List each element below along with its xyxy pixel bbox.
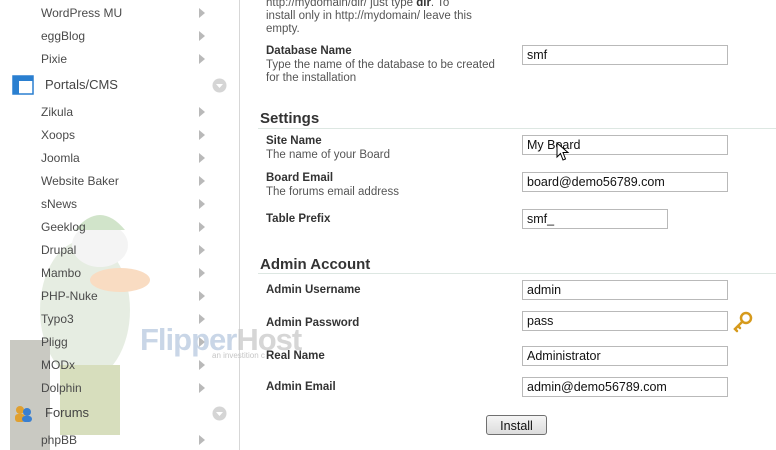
database-name-input[interactable]: [522, 45, 728, 65]
sidebar-item-zikula[interactable]: Zikula: [0, 101, 239, 124]
board-email-input[interactable]: [522, 172, 728, 192]
sidebar-item-label: PHP-Nuke: [41, 289, 98, 303]
sidebar-item-label: sNews: [41, 197, 78, 211]
sidebar-item-wordpress-mu[interactable]: WordPress MU: [0, 2, 239, 25]
sidebar-item-label: WordPress MU: [41, 6, 123, 20]
sidebar-item-eggblog[interactable]: eggBlog: [0, 25, 239, 48]
sidebar-item-label: phpBB: [41, 433, 78, 447]
arrow-right-icon: [197, 53, 207, 65]
sidebar-item-label: Pligg: [41, 335, 68, 349]
sidebar-item-label: Pixie: [41, 52, 68, 66]
mouse-cursor-icon: [556, 141, 570, 162]
arrow-right-icon: [197, 434, 207, 446]
sidebar-item-joomla[interactable]: Joomla: [0, 147, 239, 170]
portals-cms-icon: [12, 75, 34, 95]
install-button[interactable]: Install: [486, 415, 547, 435]
admin-account-divider: [258, 273, 776, 274]
arrow-right-icon: [197, 7, 207, 19]
sidebar-item-xoops[interactable]: Xoops: [0, 124, 239, 147]
sidebar-item-label: MODx: [41, 358, 75, 372]
arrow-right-icon: [197, 359, 207, 371]
sidebar-category-forums[interactable]: Forums: [0, 400, 239, 426]
arrow-right-icon: [197, 129, 207, 141]
board-email-label: Board Email: [266, 172, 334, 184]
arrow-right-icon: [197, 175, 207, 187]
database-name-desc: Type the name of the database to be crea…: [266, 59, 495, 84]
path-note-line3: empty.: [266, 23, 300, 35]
arrow-right-icon: [197, 290, 207, 302]
arrow-right-icon: [197, 152, 207, 164]
database-name-label: Database Name: [266, 45, 352, 57]
site-name-desc: The name of your Board: [266, 149, 391, 161]
settings-heading: Settings: [260, 110, 320, 127]
real-name-label: Real Name: [266, 350, 325, 362]
key-icon[interactable]: [732, 311, 754, 335]
arrow-right-icon: [197, 221, 207, 233]
sidebar-category-portals-cms[interactable]: Portals/CMS: [0, 72, 239, 98]
category-label: Forums: [45, 405, 90, 420]
sidebar-item-label: Typo3: [41, 312, 74, 326]
sidebar-item-label: Xoops: [41, 128, 76, 142]
arrow-right-icon: [197, 267, 207, 279]
arrow-right-icon: [197, 30, 207, 42]
settings-divider: [258, 128, 776, 129]
table-prefix-input[interactable]: [522, 209, 668, 229]
admin-email-input[interactable]: [522, 377, 728, 397]
category-label: Portals/CMS: [45, 77, 118, 92]
arrow-right-icon: [197, 106, 207, 118]
admin-username-input[interactable]: [522, 280, 728, 300]
arrow-right-icon: [197, 244, 207, 256]
install-form: http://mydomain/dir/ just type dir. To i…: [240, 0, 776, 450]
site-name-input[interactable]: [522, 135, 728, 155]
path-note-line2: install only in http://mydomain/ leave t…: [266, 10, 472, 22]
admin-email-label: Admin Email: [266, 381, 336, 393]
path-note-end: . To: [430, 0, 450, 9]
sidebar: WordPress MU eggBlog Pixie Portals/CMS Z…: [0, 0, 240, 450]
sidebar-item-label: Geeklog: [41, 220, 86, 234]
path-note-line1: http://mydomain/dir/ just type: [266, 0, 414, 9]
sidebar-item-dolphin[interactable]: Dolphin: [0, 377, 239, 400]
site-name-label: Site Name: [266, 135, 322, 147]
arrow-right-icon: [197, 198, 207, 210]
sidebar-item-pixie[interactable]: Pixie: [0, 48, 239, 71]
sidebar-item-phpbb[interactable]: phpBB: [0, 429, 239, 450]
sidebar-item-label: Joomla: [41, 151, 80, 165]
admin-password-label: Admin Password: [266, 317, 360, 329]
sidebar-item-label: Dolphin: [41, 381, 82, 395]
sidebar-item-website-baker[interactable]: Website Baker: [0, 170, 239, 193]
real-name-input[interactable]: [522, 346, 728, 366]
sidebar-item-label: Zikula: [41, 105, 74, 119]
table-prefix-label: Table Prefix: [266, 213, 331, 225]
path-note: http://mydomain/dir/ just type dir. To i…: [266, 0, 516, 36]
forums-icon: [12, 403, 34, 423]
sidebar-item-drupal[interactable]: Drupal: [0, 239, 239, 262]
board-email-desc: The forums email address: [266, 186, 399, 198]
chevron-down-icon[interactable]: [212, 78, 227, 93]
sidebar-item-label: Mambo: [41, 266, 82, 280]
sidebar-item-mambo[interactable]: Mambo: [0, 262, 239, 285]
sidebar-item-geeklog[interactable]: Geeklog: [0, 216, 239, 239]
admin-password-input[interactable]: [522, 311, 728, 331]
arrow-right-icon: [197, 382, 207, 394]
sidebar-item-php-nuke[interactable]: PHP-Nuke: [0, 285, 239, 308]
sidebar-item-snews[interactable]: sNews: [0, 193, 239, 216]
admin-account-heading: Admin Account: [260, 256, 371, 273]
sidebar-item-label: eggBlog: [41, 29, 86, 43]
admin-username-label: Admin Username: [266, 284, 361, 296]
sidebar-item-label: Website Baker: [41, 174, 119, 188]
chevron-down-icon[interactable]: [212, 406, 227, 421]
path-note-bold: dir: [416, 0, 431, 9]
sidebar-item-label: Drupal: [41, 243, 77, 257]
